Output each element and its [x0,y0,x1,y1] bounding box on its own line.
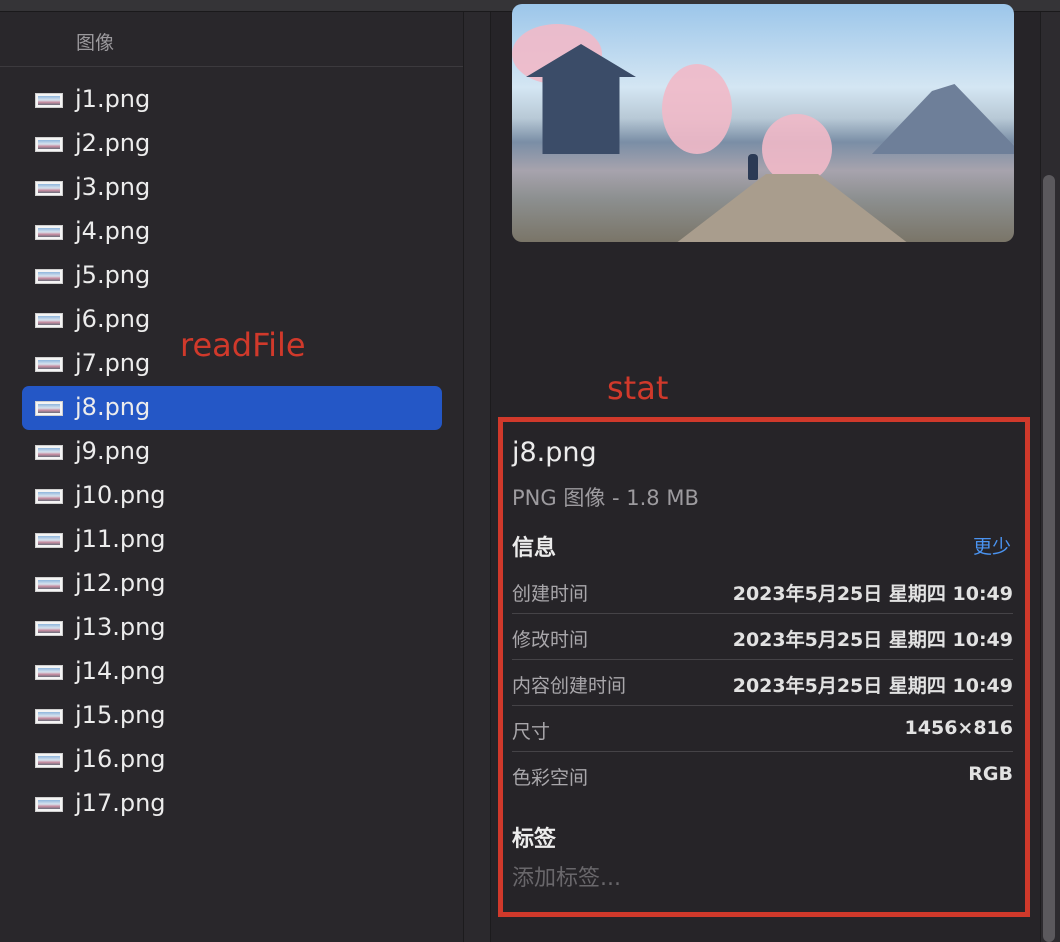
info-row: 尺寸 1456×816 [512,706,1013,752]
info-row-value: 2023年5月25日 星期四 10:49 [732,629,1013,651]
file-list-item[interactable]: j9.png [22,430,442,474]
file-list-item[interactable]: j1.png [22,78,442,122]
info-row-label: 创建时间 [512,583,589,605]
file-name: j11.png [75,525,166,553]
preview-pane: stat j8.png PNG 图像 - 1.8 MB 信息 更少 创建时间 20… [492,4,1040,942]
file-name: j1.png [75,85,151,113]
info-row: 创建时间 2023年5月25日 星期四 10:49 [512,568,1013,614]
file-name: j7.png [75,349,151,377]
add-tag-input[interactable]: 添加标签... [512,860,621,892]
stat-annotation: stat [607,369,669,407]
file-name: j17.png [75,789,166,817]
image-thumbnail-icon [35,93,63,108]
file-name: j4.png [75,217,151,245]
file-list-item[interactable]: j15.png [22,694,442,738]
file-name: j9.png [75,437,151,465]
column-header-label: 图像 [76,32,115,54]
file-name: j13.png [75,613,166,641]
file-list-item[interactable]: j14.png [22,650,442,694]
image-thumbnail-icon [35,753,63,768]
file-list-item[interactable]: j12.png [22,562,442,606]
file-list-item[interactable]: j11.png [22,518,442,562]
info-row-label: 内容创建时间 [512,675,627,697]
file-name: j10.png [75,481,166,509]
file-name: j2.png [75,129,151,157]
file-name: j8.png [75,393,151,421]
column-header: 图像 [0,12,463,67]
file-list-item[interactable]: j3.png [22,166,442,210]
info-row-value: 2023年5月25日 星期四 10:49 [732,675,1013,697]
file-list-item[interactable]: j13.png [22,606,442,650]
info-row-label: 色彩空间 [512,767,589,789]
file-list-item[interactable]: j17.png [22,782,442,826]
file-list-item[interactable]: j2.png [22,122,442,166]
image-thumbnail-icon [35,533,63,548]
info-row-value: RGB [968,763,1013,785]
file-name: j5.png [75,261,151,289]
file-column: 图像 j1.png j2.png j3.png j4.png j5.png j6.png j… [0,12,463,942]
file-list-item[interactable]: j4.png [22,210,442,254]
file-kind-size: PNG 图像 - 1.8 MB [512,486,699,510]
image-thumbnail-icon [35,665,63,680]
image-thumbnail-icon [35,401,63,416]
image-thumbnail-icon [35,489,63,504]
image-thumbnail-icon [35,797,63,812]
info-row-value: 1456×816 [904,717,1013,739]
image-thumbnail-icon [35,621,63,636]
image-thumbnail-icon [35,313,63,328]
readfile-annotation: readFile [180,326,306,364]
info-row-label: 尺寸 [512,721,551,743]
file-list: j1.png j2.png j3.png j4.png j5.png j6.png j7.p… [22,78,442,826]
info-row-value: 2023年5月25日 星期四 10:49 [732,583,1013,605]
column-divider[interactable] [463,12,491,942]
info-section-heading: 信息 [512,536,557,561]
mountain-illustration [872,84,1014,154]
info-row: 内容创建时间 2023年5月25日 星期四 10:49 [512,660,1013,706]
person-illustration [748,154,758,180]
info-row: 修改时间 2023年5月25日 星期四 10:49 [512,614,1013,660]
info-row: 色彩空间 RGB [512,752,1013,798]
file-list-item[interactable]: j10.png [22,474,442,518]
show-less-link[interactable]: 更少 [973,532,1011,559]
info-rows: 创建时间 2023年5月25日 星期四 10:49 修改时间 2023年5月25日 星… [512,568,1013,798]
image-thumbnail-icon [35,269,63,284]
image-thumbnail-icon [35,225,63,240]
file-list-item[interactable]: j8.png [22,386,442,430]
image-thumbnail-icon [35,577,63,592]
image-preview [512,4,1014,242]
image-thumbnail-icon [35,357,63,372]
image-thumbnail-icon [35,445,63,460]
file-name: j15.png [75,701,166,729]
file-list-item[interactable]: j5.png [22,254,442,298]
file-name: j14.png [75,657,166,685]
scrollbar-thumb[interactable] [1043,175,1055,942]
file-title: j8.png [512,437,597,468]
file-list-item[interactable]: j16.png [22,738,442,782]
info-row-label: 修改时间 [512,629,589,651]
tags-section-heading: 标签 [512,827,557,852]
image-thumbnail-icon [35,181,63,196]
file-name: j3.png [75,173,151,201]
file-name: j12.png [75,569,166,597]
file-name: j16.png [75,745,166,773]
image-thumbnail-icon [35,137,63,152]
path-illustration [662,174,922,242]
file-name: j6.png [75,305,151,333]
image-thumbnail-icon [35,709,63,724]
info-panel: j8.png PNG 图像 - 1.8 MB 信息 更少 创建时间 2023年5月… [498,417,1030,917]
